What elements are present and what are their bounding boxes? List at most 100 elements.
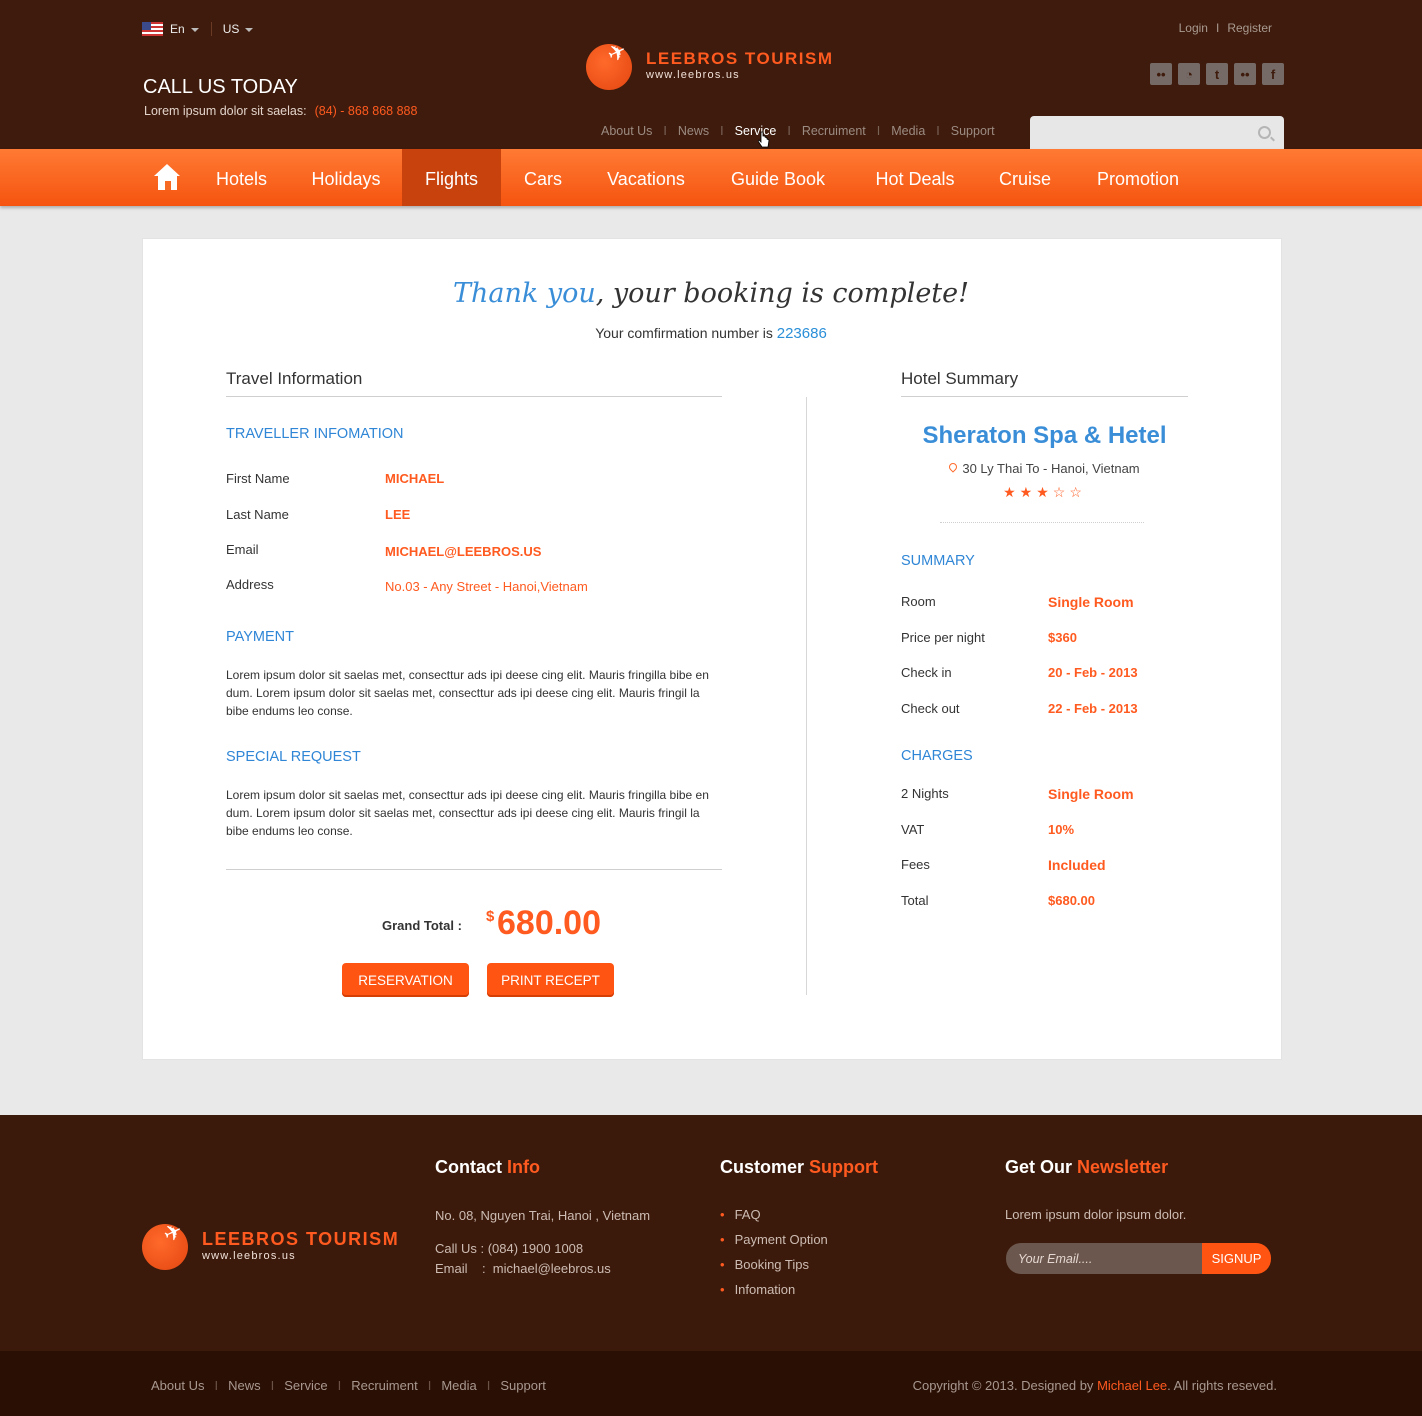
bottom-link-about-us[interactable]: About Us: [151, 1378, 204, 1393]
room-label: Room: [901, 594, 936, 609]
divider: [210, 22, 212, 36]
language-selector[interactable]: En US: [142, 22, 254, 36]
register-link[interactable]: Register: [1227, 21, 1272, 35]
footer-brand-logo[interactable]: ✈ LEEBROS TOURISM www.leebros.us: [140, 1217, 399, 1270]
facebook-icon[interactable]: f: [1262, 63, 1284, 85]
support-link-booking-tips[interactable]: Booking Tips: [720, 1257, 809, 1272]
divider: [940, 522, 1144, 523]
bottom-link-news[interactable]: News: [228, 1378, 261, 1393]
payment-text: Lorem ipsum dolor sit saelas met, consec…: [226, 668, 709, 718]
us-flag-icon: [142, 22, 163, 36]
globe-plane-icon: ✈: [584, 37, 638, 90]
bottom-link-recruiment[interactable]: Recruiment: [351, 1378, 417, 1393]
topnav-about-us[interactable]: About Us: [601, 124, 652, 138]
customer-support-heading: Customer Support: [720, 1157, 878, 1178]
divider: [226, 396, 722, 397]
support-link-payment-option[interactable]: Payment Option: [720, 1232, 828, 1247]
contact-phone: Call Us : (084) 1900 1008: [435, 1241, 584, 1256]
summary-heading: SUMMARY: [901, 553, 975, 569]
home-icon[interactable]: [154, 164, 181, 190]
price-per-night-label: Price per night: [901, 630, 985, 645]
first-name-value: MICHAEL: [385, 471, 445, 486]
divider: I: [936, 124, 940, 138]
region-value[interactable]: US: [223, 22, 240, 36]
nav-cruise[interactable]: Cruise: [985, 149, 1065, 206]
chevron-down-icon[interactable]: [190, 28, 199, 32]
bottom-link-media[interactable]: Media: [441, 1378, 476, 1393]
reservation-button[interactable]: RESERVATION: [342, 963, 469, 997]
nights-label: 2 Nights: [901, 786, 949, 801]
special-request-heading: SPECIAL REQUEST: [226, 749, 361, 765]
payment-heading: PAYMENT: [226, 629, 294, 645]
thank-you-heading: Thank you, your booking is complete!: [0, 278, 1422, 309]
vat-value: 10%: [1048, 822, 1075, 837]
divider: I: [270, 1378, 275, 1393]
column-divider: [806, 397, 807, 995]
divider: I: [720, 124, 724, 138]
address-value: No.03 - Any Street - Hanoi,Vietnam: [385, 579, 588, 594]
nav-vacations[interactable]: Vacations: [590, 149, 702, 206]
newsletter-text: Lorem ipsum dolor ipsum dolor.: [1005, 1207, 1187, 1222]
divider: I: [427, 1378, 432, 1393]
nav-cars[interactable]: Cars: [505, 149, 581, 206]
topnav-service[interactable]: Service: [735, 124, 777, 138]
signup-button[interactable]: SIGNUP: [1202, 1243, 1271, 1274]
fees-label: Fees: [901, 857, 930, 872]
divider: [901, 396, 1188, 397]
search-input[interactable]: [1030, 116, 1240, 150]
call-us-subtitle: Lorem ipsum dolor sit saelas: (84) - 868 …: [144, 104, 417, 118]
star-filled-icon: ★: [1019, 484, 1037, 500]
designer-link[interactable]: Michael Lee: [1097, 1378, 1167, 1393]
login-link[interactable]: Login: [1179, 21, 1208, 35]
twitter-icon[interactable]: t: [1206, 63, 1228, 85]
confirmation-line: Your comfirmation number is 223686: [0, 325, 1422, 342]
topnav-media[interactable]: Media: [891, 124, 925, 138]
location-pin-icon: [947, 461, 960, 473]
contact-address: No. 08, Nguyen Trai, Hanoi , Vietnam: [435, 1208, 651, 1223]
print-receipt-button[interactable]: PRINT RECEPT: [487, 963, 614, 997]
divider: I: [486, 1378, 491, 1393]
support-heading-part1: Customer: [720, 1157, 805, 1177]
total-label: Total: [901, 893, 929, 908]
traveller-heading: TRAVELLER INFOMATION: [226, 426, 404, 442]
star-empty-icon: ☆: [1052, 484, 1070, 500]
auth-divider: I: [1215, 21, 1220, 35]
support-link-infomation[interactable]: Infomation: [720, 1282, 796, 1297]
total-value: $680.00: [1048, 893, 1095, 908]
divider: I: [787, 124, 791, 138]
support-link-faq[interactable]: FAQ: [720, 1207, 761, 1222]
search-icon[interactable]: [1258, 126, 1271, 139]
search-box: [1030, 116, 1284, 150]
nav-holidays[interactable]: Holidays: [292, 149, 400, 206]
nav-promotion[interactable]: Promotion: [1082, 149, 1194, 206]
chevron-down-icon[interactable]: [245, 28, 254, 32]
grand-total-label: Grand Total :: [382, 918, 462, 933]
special-request-text: Lorem ipsum dolor sit saelas met, consec…: [226, 788, 709, 838]
bottom-link-support[interactable]: Support: [500, 1378, 546, 1393]
top-navigation: About Us I News I Service I Recruiment I Med…: [601, 124, 995, 138]
vat-label: VAT: [901, 822, 925, 837]
call-us-title: CALL US TODAY: [143, 76, 298, 98]
call-us-text: Lorem ipsum dolor sit saelas:: [144, 104, 307, 118]
nav-flights[interactable]: Flights: [402, 149, 501, 206]
confirmation-number: 223686: [776, 325, 827, 342]
language-value[interactable]: En: [170, 22, 185, 36]
nav-guide-book[interactable]: Guide Book: [712, 149, 844, 206]
globe-plane-icon: ✈: [140, 1217, 194, 1270]
brand-logo[interactable]: ✈ LEEBROS TOURISM www.leebros.us: [584, 37, 834, 90]
bottom-link-service[interactable]: Service: [284, 1378, 327, 1393]
flickr-icon[interactable]: ••: [1234, 63, 1256, 85]
brand-name: LEEBROS TOURISM: [646, 49, 834, 68]
nav-hot-deals[interactable]: Hot Deals: [860, 149, 970, 206]
hotel-address: 30 Ly Thai To - Hanoi, Vietnam: [901, 461, 1188, 476]
topnav-support[interactable]: Support: [951, 124, 995, 138]
nav-hotels[interactable]: Hotels: [195, 149, 288, 206]
flickr-icon[interactable]: ••: [1150, 63, 1172, 85]
newsletter-email-input[interactable]: [1006, 1243, 1203, 1274]
rss-icon[interactable]: ◔: [1178, 63, 1200, 85]
main-navigation: Hotels Holidays Flights Cars Vacations G…: [0, 149, 1422, 206]
price-per-night-value: $360: [1048, 630, 1077, 645]
topnav-recruiment[interactable]: Recruiment: [802, 124, 866, 138]
hotel-name[interactable]: Sheraton Spa & Hetel: [901, 422, 1188, 450]
topnav-news[interactable]: News: [678, 124, 709, 138]
